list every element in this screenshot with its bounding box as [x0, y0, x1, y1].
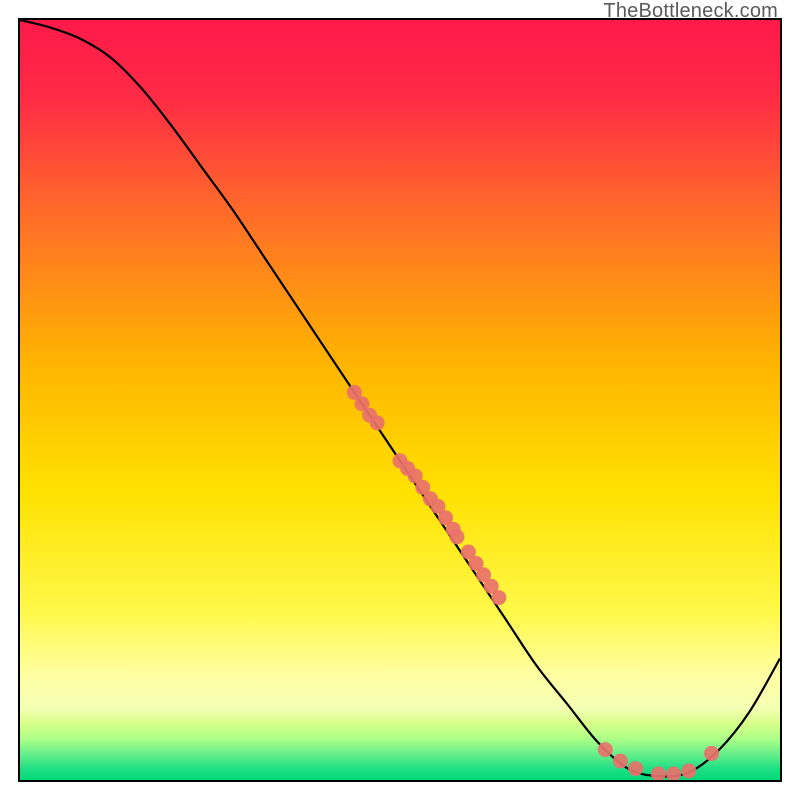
chart-canvas — [20, 20, 780, 780]
chart-frame — [18, 18, 782, 782]
data-point — [450, 529, 465, 544]
data-point — [628, 761, 643, 776]
data-point — [598, 742, 613, 757]
data-point — [491, 590, 506, 605]
data-point — [681, 763, 696, 778]
data-point — [370, 415, 385, 430]
data-point — [704, 746, 719, 761]
data-point — [613, 754, 628, 769]
gradient-background — [20, 20, 780, 780]
